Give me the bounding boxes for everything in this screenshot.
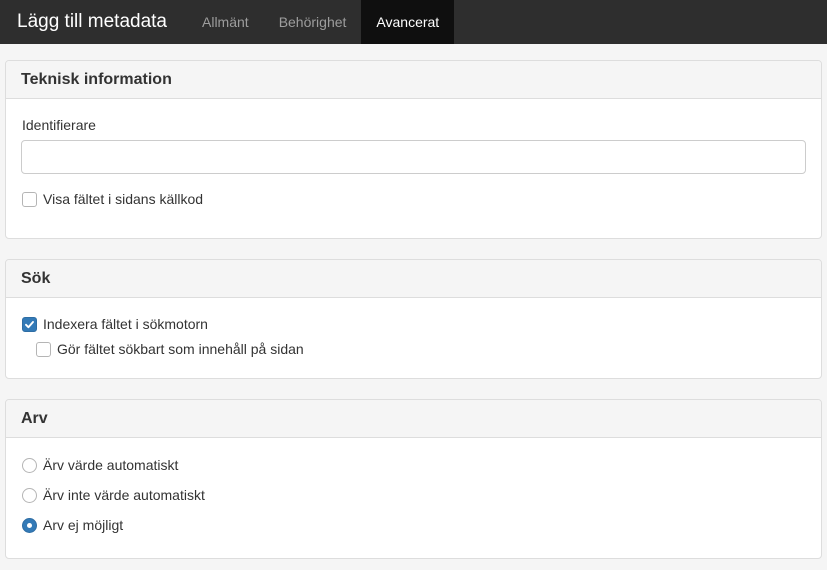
searchable-content-option[interactable]: Gör fältet sökbart som innehåll på sidan bbox=[36, 340, 304, 358]
inherit-not-possible-label: Arv ej möjligt bbox=[43, 517, 124, 533]
no-auto-inherit-option[interactable]: Ärv inte värde automatiskt bbox=[22, 486, 205, 504]
technical-info-panel: Teknisk information Identifierare Visa f… bbox=[5, 60, 822, 239]
index-field-checkbox[interactable] bbox=[22, 316, 37, 332]
inherit-auto-option[interactable]: Ärv värde automatiskt bbox=[22, 456, 178, 474]
inherit-not-possible-radio[interactable] bbox=[22, 517, 37, 533]
searchable-content-label: Gör fältet sökbart som innehåll på sidan bbox=[57, 341, 304, 357]
index-field-label: Indexera fältet i sökmotorn bbox=[43, 316, 208, 332]
no-auto-inherit-label: Ärv inte värde automatiskt bbox=[43, 487, 205, 503]
inherit-auto-label: Ärv värde automatiskt bbox=[43, 457, 179, 473]
checkmark-icon bbox=[25, 320, 34, 328]
identifier-input[interactable] bbox=[21, 140, 806, 174]
page-title: Lägg till metadata bbox=[17, 11, 167, 32]
tab-general[interactable]: Allmänt bbox=[187, 0, 264, 44]
top-navbar: Lägg till metadata Allmänt Behörighet Av… bbox=[0, 0, 827, 44]
searchable-content-checkbox[interactable] bbox=[36, 341, 51, 357]
inherit-not-possible-option[interactable]: Arv ej möjligt bbox=[22, 516, 123, 534]
technical-info-heading: Teknisk information bbox=[6, 61, 821, 99]
inherit-auto-radio[interactable] bbox=[22, 457, 37, 473]
show-in-source-label: Visa fältet i sidans källkod bbox=[43, 191, 204, 207]
tab-permissions[interactable]: Behörighet bbox=[264, 0, 362, 44]
search-heading: Sök bbox=[6, 260, 821, 298]
no-auto-inherit-radio[interactable] bbox=[22, 487, 37, 503]
identifier-label: Identifierare bbox=[22, 117, 96, 133]
index-field-option[interactable]: Indexera fältet i sökmotorn bbox=[22, 315, 208, 333]
search-panel: Sök Indexera fältet i sökmotorn Gör fält… bbox=[5, 259, 822, 379]
show-in-source-checkbox[interactable] bbox=[22, 191, 37, 207]
inheritance-heading: Arv bbox=[6, 400, 821, 438]
show-in-source-option[interactable]: Visa fältet i sidans källkod bbox=[22, 190, 203, 208]
tab-advanced[interactable]: Avancerat bbox=[361, 0, 455, 44]
inheritance-panel: Arv Ärv värde automatiskt Ärv inte värde… bbox=[5, 399, 822, 559]
radio-dot-icon bbox=[27, 522, 32, 528]
